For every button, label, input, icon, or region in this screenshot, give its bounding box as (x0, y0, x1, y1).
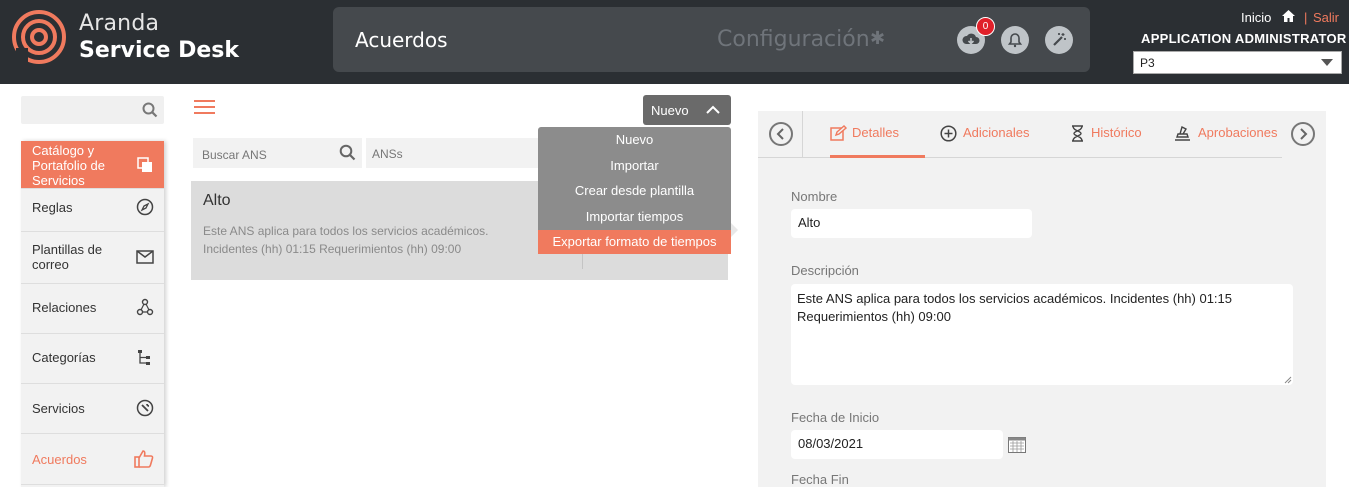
edit-icon (830, 125, 847, 141)
fecha-inicio-label: Fecha de Inicio (791, 410, 880, 425)
sidebar-item-label: Catálogo y Portafolio de Servicios (32, 143, 105, 188)
sidebar-item-label: Servicios (32, 401, 85, 416)
tab-label: Aprobaciones (1198, 125, 1278, 140)
separator: | (1304, 10, 1308, 25)
sidebar-item-servicios[interactable]: Servicios (21, 384, 164, 434)
resize-handle-icon[interactable] (1284, 376, 1292, 384)
ans-filter-select[interactable]: ANSs (366, 138, 538, 168)
thumbs-up-icon (134, 450, 154, 468)
tab-label: Detalles (852, 125, 899, 140)
user-role: APPLICATION ADMINISTRATOR (1141, 31, 1347, 46)
tree-icon (138, 350, 150, 365)
sidebar-search-input[interactable] (21, 96, 164, 124)
salir-link[interactable]: Salir (1313, 10, 1339, 25)
sidebar: Catálogo y Portafolio de Servicios Regla… (21, 141, 164, 487)
nombre-field[interactable]: Alto (791, 209, 1032, 238)
relations-icon (136, 298, 154, 316)
tab-bar: Detalles Adicionales Histórico Aprobacio… (758, 111, 1326, 158)
wrench-icon (136, 399, 154, 417)
chevron-down-icon (1321, 59, 1333, 66)
menu-pointer (731, 223, 738, 237)
nuevo-button-label: Nuevo (651, 103, 689, 118)
menu-item-nuevo[interactable]: Nuevo (538, 132, 731, 147)
project-select-value: P3 (1140, 56, 1155, 70)
home-icon[interactable] (1281, 9, 1296, 23)
ans-search-placeholder: Buscar ANS (202, 148, 267, 162)
sidebar-item-plantillas[interactable]: Plantillas de correo (21, 232, 164, 284)
download-count-badge: 0 (976, 17, 995, 36)
sidebar-item-label: Plantillas de correo (32, 242, 103, 272)
ans-filter-value: ANSs (372, 147, 403, 161)
sidebar-item-catalogo[interactable]: Catálogo y Portafolio de Servicios (21, 141, 164, 189)
ans-item-title: Alto (203, 192, 231, 209)
sidebar-item-label: Categorías (32, 350, 96, 365)
hamburger-menu-icon[interactable] (194, 100, 215, 116)
module-title: Acuerdos (355, 28, 448, 52)
menu-item-importar[interactable]: Importar (538, 158, 731, 173)
tab-label: Adicionales (963, 125, 1030, 140)
ans-item-description: Este ANS aplica para todos los servicios… (203, 224, 489, 256)
mail-icon (136, 250, 154, 264)
sidebar-item-label: Relaciones (32, 300, 97, 315)
sidebar-item-reglas[interactable]: Reglas (21, 189, 164, 232)
chevron-right-icon[interactable] (1291, 122, 1315, 146)
descripcion-textarea[interactable]: Este ANS aplica para todos los servicios… (791, 284, 1293, 385)
sidebar-item-label: Reglas (32, 200, 73, 215)
inicio-link[interactable]: Inicio (1241, 10, 1271, 25)
sidebar-item-relaciones[interactable]: Relaciones (21, 284, 164, 334)
module-panel: Acuerdos Configuración ✱ 0 (333, 7, 1090, 72)
menu-item-crear-desde-plantilla[interactable]: Crear desde plantilla (538, 183, 731, 198)
plus-circle-icon (940, 125, 957, 142)
copy-icon (137, 157, 152, 172)
descripcion-label: Descripción (791, 263, 859, 278)
fecha-inicio-field[interactable]: 08/03/2021 (791, 430, 1003, 459)
stamp-icon (1175, 125, 1190, 141)
nuevo-button[interactable]: Nuevo (643, 95, 731, 125)
sidebar-item-acuerdos[interactable]: Acuerdos (21, 434, 164, 485)
project-select[interactable]: P3 (1133, 51, 1342, 74)
menu-item-exportar-formato[interactable]: Exportar formato de tiempos (538, 230, 731, 254)
detail-panel: Detalles Adicionales Histórico Aprobacio… (758, 111, 1326, 487)
nombre-label: Nombre (791, 189, 838, 204)
aranda-logo (12, 10, 66, 64)
config-link[interactable]: Configuración (717, 27, 870, 52)
top-bar: Aranda Service Desk Acuerdos Configuraci… (0, 0, 1349, 84)
compass-icon (136, 198, 154, 216)
active-tab-indicator (830, 155, 925, 158)
brand-name-line1: Aranda (79, 11, 160, 36)
sidebar-item-label: Acuerdos (32, 452, 87, 467)
menu-item-importar-tiempos[interactable]: Importar tiempos (538, 209, 731, 224)
search-icon[interactable] (142, 102, 158, 118)
ans-search-input[interactable]: Buscar ANS (193, 138, 362, 168)
bell-icon[interactable] (1001, 26, 1029, 54)
hourglass-icon (1072, 125, 1083, 142)
brand-name-line2: Service Desk (79, 38, 240, 63)
sidebar-item-categorias[interactable]: Categorías (21, 334, 164, 384)
magic-wand-icon[interactable] (1045, 26, 1073, 54)
search-icon[interactable] (339, 144, 356, 161)
calendar-icon[interactable] (1008, 436, 1026, 453)
nuevo-dropdown-menu: Nuevo Importar Crear desde plantilla Imp… (538, 127, 731, 254)
gear-icon[interactable]: ✱ (870, 28, 885, 49)
chevron-up-icon (706, 105, 720, 114)
divider (802, 111, 803, 158)
tab-label: Histórico (1091, 125, 1142, 140)
chevron-left-icon[interactable] (769, 122, 793, 146)
fecha-fin-label: Fecha Fin (791, 472, 849, 487)
